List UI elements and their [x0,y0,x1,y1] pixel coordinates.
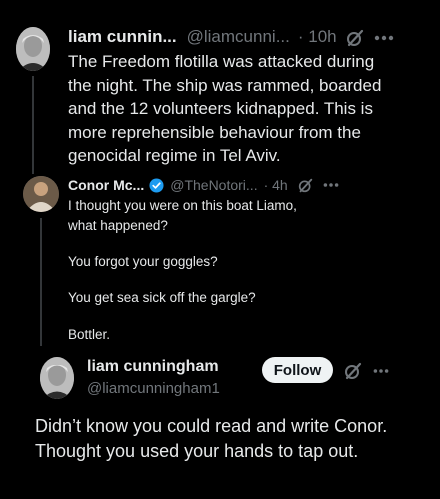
tweet2-line: You forgot your goggles? [68,254,218,269]
tweet2-line: Bottler. [68,327,111,342]
avatar-liam[interactable] [16,27,50,71]
tweet1-body: The Freedom flotilla was attacked during… [68,52,382,165]
grok-icon[interactable] [343,361,363,381]
avatar-conor[interactable] [23,176,59,212]
more-icon[interactable] [373,28,395,48]
grok-icon[interactable] [345,28,365,48]
thread-line [32,76,34,174]
grok-icon[interactable] [298,178,313,193]
author-name[interactable]: liam cunnin... [68,27,177,47]
author-name[interactable]: Conor Mc... [68,177,144,193]
verified-badge-icon [149,177,164,193]
author-handle[interactable]: @liamcunni... [187,27,290,47]
tweet2-line: You get sea sick off the gargle? [68,290,256,305]
timestamp[interactable]: · 4h [264,177,288,193]
author-name[interactable]: liam cunningham [87,358,219,376]
tweet3-body: Didn’t know you could read and write Con… [35,416,388,461]
author-handle[interactable]: @liamcunningham1 [87,380,220,397]
thread-line [40,218,42,346]
avatar-liam[interactable] [40,357,74,399]
tweet2-line: what happened? [68,218,168,233]
more-icon[interactable] [323,182,339,188]
more-icon[interactable] [371,361,391,381]
timestamp[interactable]: · 10h [298,27,337,47]
tweet2-header: Conor Mc... @TheNotori... · 4h [68,176,339,194]
follow-button[interactable]: Follow [262,357,333,383]
tweet1-header: liam cunnin... @liamcunni... · 10h [68,26,337,48]
tweet2-line: I thought you were on this boat Liamo, [68,198,297,213]
author-handle[interactable]: @TheNotori... [170,177,257,193]
reply-thread: liam cunnin... @liamcunni... · 10h The F… [0,0,440,499]
